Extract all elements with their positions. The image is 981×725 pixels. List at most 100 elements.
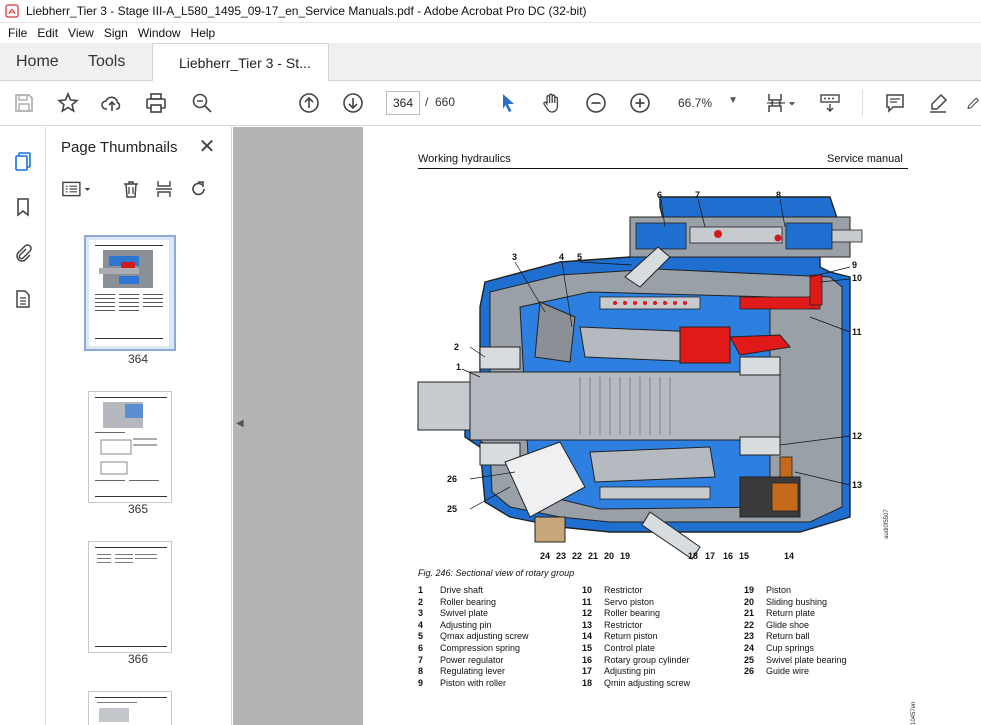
callout: 12: [852, 431, 862, 441]
legend-column-3: 19 Piston 20 Sliding bushing 21 Return plat…: [744, 585, 847, 678]
menu-help[interactable]: Help: [186, 26, 221, 40]
select-cursor-icon[interactable]: [496, 91, 520, 115]
callout: 20: [604, 551, 614, 561]
delete-trash-icon[interactable]: [120, 178, 142, 200]
thumbnail-page-367[interactable]: [88, 691, 172, 725]
zoom-level-value: 66.7%: [678, 96, 713, 110]
legend-item: 20 Sliding bushing: [744, 596, 828, 607]
legend-item: 21 Return plate: [744, 608, 816, 619]
legend-item: 6 Compression spring: [418, 642, 521, 653]
thumbnail-preview: [95, 397, 167, 497]
page-side-code: 10457en: [911, 701, 917, 725]
menu-sign[interactable]: Sign: [99, 26, 133, 40]
page-header-manual: Service manual: [827, 153, 903, 165]
thumbnail-page-365[interactable]: [88, 391, 172, 503]
bookmarks-icon[interactable]: [11, 195, 35, 219]
callout: 13: [852, 480, 862, 490]
legend-item: 10 Restrictor: [582, 585, 643, 595]
legend-item: 22 Glide shoe: [744, 619, 810, 630]
legend-column-1: 1 Drive shaft 2 Roller bearing 3 Swivel pla…: [418, 585, 529, 689]
keyboard-scroll-icon[interactable]: [818, 91, 842, 115]
thumbnail-label: 365: [127, 502, 149, 516]
rotary-group-sectional-diagram: 1 2 3 4 5 6 7 8 9 10 11 12 13 14 15 16 1…: [417, 190, 863, 561]
upload-cloud-icon[interactable]: [100, 91, 124, 115]
hand-tool-icon[interactable]: [540, 91, 564, 115]
tab-tools[interactable]: Tools: [88, 43, 125, 81]
comment-icon[interactable]: [883, 91, 907, 115]
menu-file[interactable]: File: [0, 26, 32, 40]
legend-item: 23 Return ball: [744, 631, 810, 642]
legend-item: 12 Roller bearing: [582, 608, 661, 619]
tab-document[interactable]: Liebherr_Tier 3 - St...: [152, 43, 329, 82]
figure-code: audi0f5507: [884, 509, 890, 539]
page-thumbnails-icon[interactable]: [11, 149, 35, 173]
thumbnail-options-icon[interactable]: [60, 178, 96, 200]
window-title: Liebherr_Tier 3 - Stage III-A_L580_1495_…: [26, 4, 587, 18]
thumbnail-page-364[interactable]: [84, 235, 176, 351]
callout: 6: [657, 190, 662, 200]
legend-item: 1 Drive shaft: [418, 585, 484, 595]
page-number-input[interactable]: 364: [386, 91, 420, 115]
next-page-icon[interactable]: [341, 91, 365, 115]
save-icon[interactable]: [12, 91, 36, 115]
acrobat-app-icon: [5, 4, 19, 18]
document-content-icon[interactable]: [11, 287, 35, 311]
legend-item: 4 Adjusting pin: [418, 619, 492, 630]
legend-item: 18 Qmin adjusting screw: [582, 677, 691, 688]
legend-item: 13 Restrictor: [582, 619, 643, 630]
zoom-search-icon[interactable]: [190, 91, 214, 115]
callout: 17: [705, 551, 715, 561]
callout: 4: [559, 252, 564, 262]
callout: 16: [723, 551, 733, 561]
thumbnail-page-366[interactable]: [88, 541, 172, 653]
zoom-out-icon[interactable]: [584, 91, 608, 115]
page-thumbnails-panel: Page Thumbnails ✕ 364 365 366: [46, 127, 273, 725]
callout: 22: [572, 551, 582, 561]
tab-home[interactable]: Home: [16, 43, 59, 81]
callout: 26: [447, 474, 457, 484]
legend-item: 3 Swivel plate: [418, 608, 489, 619]
menu-edit[interactable]: Edit: [32, 26, 63, 40]
close-icon[interactable]: ✕: [197, 136, 217, 158]
menu-view[interactable]: View: [63, 26, 99, 40]
header-rule: [418, 168, 908, 169]
callout: 19: [620, 551, 630, 561]
title-bar: Liebherr_Tier 3 - Stage III-A_L580_1495_…: [0, 0, 981, 23]
previous-page-icon[interactable]: [297, 91, 321, 115]
print-icon[interactable]: [144, 91, 168, 115]
rotate-icon[interactable]: [188, 178, 210, 200]
pdf-page: Working hydraulics Service manual 1 2 3 …: [363, 127, 981, 725]
main-toolbar: 364 / 660 66.7% ▼: [0, 81, 981, 126]
legend-item: 9 Piston with roller: [418, 677, 507, 688]
callout: 2: [454, 342, 459, 352]
extract-pages-icon[interactable]: [153, 178, 175, 200]
page-fit-chevron-icon[interactable]: [786, 91, 798, 115]
page-fit-icon[interactable]: [764, 91, 788, 115]
legend-item: 16 Rotary group cylinder: [582, 654, 690, 665]
callout: 21: [588, 551, 598, 561]
legend-item: 11 Servo piston: [582, 596, 655, 607]
navigation-rail: [0, 127, 46, 725]
menu-window[interactable]: Window: [133, 26, 186, 40]
callout: 23: [556, 551, 566, 561]
attachments-paperclip-icon[interactable]: [11, 241, 35, 265]
callout: 14: [784, 551, 794, 561]
bookmark-star-icon[interactable]: [56, 91, 80, 115]
collapse-panel-arrow-icon[interactable]: ◀: [236, 418, 244, 429]
legend-item: 15 Control plate: [582, 642, 656, 653]
legend-item: 17 Adjusting pin: [582, 666, 656, 677]
draw-tool-icon[interactable]: [966, 91, 981, 115]
tab-bar: Home Tools Liebherr_Tier 3 - St...: [0, 43, 981, 82]
chevron-down-icon: ▼: [728, 95, 738, 106]
callout: 18: [688, 551, 698, 561]
highlight-pen-icon[interactable]: [926, 91, 950, 115]
thumbnail-label: 366: [127, 652, 149, 666]
callout: 3: [512, 252, 517, 262]
page-total: 660: [435, 95, 456, 109]
legend-item: 7 Power regulator: [418, 654, 504, 665]
zoom-level-select[interactable]: 66.7% ▼: [672, 91, 744, 115]
menu-bar: File Edit View Sign Window Help: [0, 23, 981, 43]
legend-item: 2 Roller bearing: [418, 596, 497, 607]
legend-item: 8 Regulating lever: [418, 666, 506, 677]
zoom-in-icon[interactable]: [628, 91, 652, 115]
